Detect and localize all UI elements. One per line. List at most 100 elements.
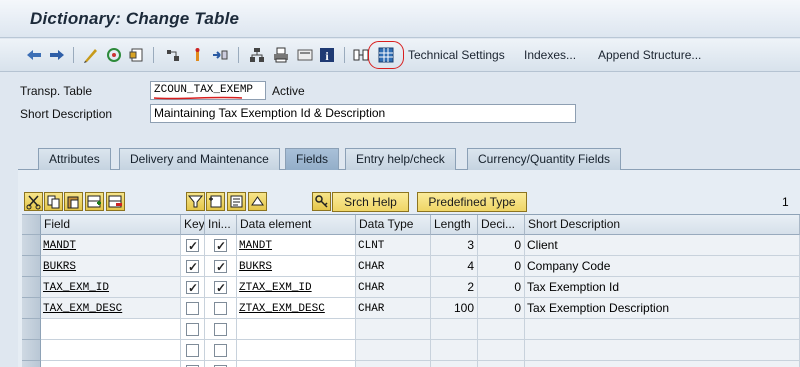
key-icon[interactable] [312,192,331,211]
cell-description[interactable] [525,319,800,340]
collapse-icon[interactable] [248,192,267,211]
forward-arrow-icon[interactable] [48,46,66,64]
key-checkbox[interactable] [186,236,199,255]
cell-decimals[interactable]: 0 [478,235,525,256]
cell-description[interactable]: Tax Exemption Description [525,298,800,319]
cell-data-type[interactable]: CHAR [356,298,431,319]
display-change-icon[interactable] [82,46,100,64]
cell-length[interactable]: 4 [431,256,478,277]
cell-field[interactable]: BUKRS [41,256,181,277]
copy-icon[interactable] [44,192,63,211]
activate-icon[interactable] [105,46,123,64]
cell-data-type[interactable] [356,319,431,340]
cell-field[interactable] [41,340,181,361]
cell-decimals[interactable]: 0 [478,277,525,298]
key-checkbox[interactable] [186,257,199,276]
details-icon[interactable] [227,192,246,211]
column-header-data-type[interactable]: Data Type [356,215,431,235]
object-list-icon[interactable] [128,46,146,64]
cell-decimals[interactable] [478,361,525,367]
key-checkbox[interactable] [186,278,199,297]
cell-field[interactable]: TAX_EXM_DESC [41,298,181,319]
key-checkbox[interactable] [186,302,199,315]
hierarchy-icon[interactable] [188,46,206,64]
cell-initial[interactable] [205,340,237,361]
cell-initial[interactable] [205,235,237,256]
info-icon[interactable]: i [318,46,336,64]
tab-attributes[interactable]: Attributes [38,148,111,170]
where-used-icon[interactable] [164,46,182,64]
column-header-key[interactable]: Key [181,215,205,235]
column-header-field[interactable]: Field [41,215,181,235]
cell-length[interactable] [431,319,478,340]
cell-field[interactable]: TAX_EXM_ID [41,277,181,298]
cell-key[interactable] [181,256,205,277]
indexes-button[interactable]: Indexes... [524,48,576,62]
delete-row-icon[interactable] [106,192,125,211]
cell-initial[interactable] [205,277,237,298]
cell-key[interactable] [181,361,205,367]
column-header-initial[interactable]: Ini... [205,215,237,235]
cell-length[interactable]: 3 [431,235,478,256]
cell-data-element[interactable]: MANDT [237,235,356,256]
back-arrow-icon[interactable] [25,46,43,64]
cell-initial[interactable] [205,256,237,277]
cell-description[interactable] [525,361,800,367]
cell-data-element[interactable] [237,361,356,367]
cell-data-type[interactable]: CLNT [356,235,431,256]
initial-values-checkbox[interactable] [214,302,227,315]
column-header-decimals[interactable]: Deci... [478,215,525,235]
cell-data-element[interactable]: BUKRS [237,256,356,277]
display-icon[interactable] [296,46,314,64]
cell-initial[interactable] [205,319,237,340]
short-description-field[interactable]: Maintaining Tax Exemption Id & Descripti… [150,104,576,123]
cell-decimals[interactable]: 0 [478,256,525,277]
initial-values-checkbox[interactable] [214,236,227,255]
paste-icon[interactable] [64,192,83,211]
cell-description[interactable] [525,340,800,361]
technical-settings-button[interactable]: Technical Settings [408,48,505,62]
row-selector[interactable] [22,340,41,361]
row-selector[interactable] [22,298,41,319]
cell-key[interactable] [181,235,205,256]
cell-decimals[interactable]: 0 [478,298,525,319]
cell-data-element[interactable]: ZTAX_EXM_ID [237,277,356,298]
cell-initial[interactable] [205,361,237,367]
select-all-handle[interactable] [22,215,41,235]
cell-initial[interactable] [205,298,237,319]
navigation-icon[interactable] [211,46,229,64]
row-selector[interactable] [22,256,41,277]
cell-decimals[interactable] [478,340,525,361]
cell-key[interactable] [181,298,205,319]
tab-fields[interactable]: Fields [285,148,340,170]
cell-data-element[interactable] [237,340,356,361]
filter-icon[interactable] [186,192,205,211]
new-rows-icon[interactable] [206,192,225,211]
cell-data-element[interactable]: ZTAX_EXM_DESC [237,298,356,319]
append-structure-button[interactable]: Append Structure... [598,48,701,62]
structure-icon[interactable] [248,46,266,64]
row-selector[interactable] [22,361,41,367]
tab-delivery-and-maintenance[interactable]: Delivery and Maintenance [119,148,280,170]
initial-values-checkbox[interactable] [214,344,227,357]
cell-description[interactable]: Client [525,235,800,256]
cell-data-element[interactable] [237,319,356,340]
cell-key[interactable] [181,340,205,361]
cell-decimals[interactable] [478,319,525,340]
column-header-length[interactable]: Length [431,215,478,235]
cell-field[interactable]: MANDT [41,235,181,256]
print-icon[interactable] [272,46,290,64]
key-checkbox[interactable] [186,344,199,357]
predefined-type-button[interactable]: Predefined Type [417,192,527,212]
cell-data-type[interactable]: CHAR [356,256,431,277]
column-header-data-element[interactable]: Data element [237,215,356,235]
insert-row-icon[interactable] [85,192,104,211]
cell-length[interactable]: 100 [431,298,478,319]
row-selector[interactable] [22,235,41,256]
cell-description[interactable]: Tax Exemption Id [525,277,800,298]
row-selector[interactable] [22,277,41,298]
initial-values-checkbox[interactable] [214,278,227,297]
cell-data-type[interactable]: CHAR [356,277,431,298]
cut-icon[interactable] [24,192,43,211]
initial-values-checkbox[interactable] [214,323,227,336]
